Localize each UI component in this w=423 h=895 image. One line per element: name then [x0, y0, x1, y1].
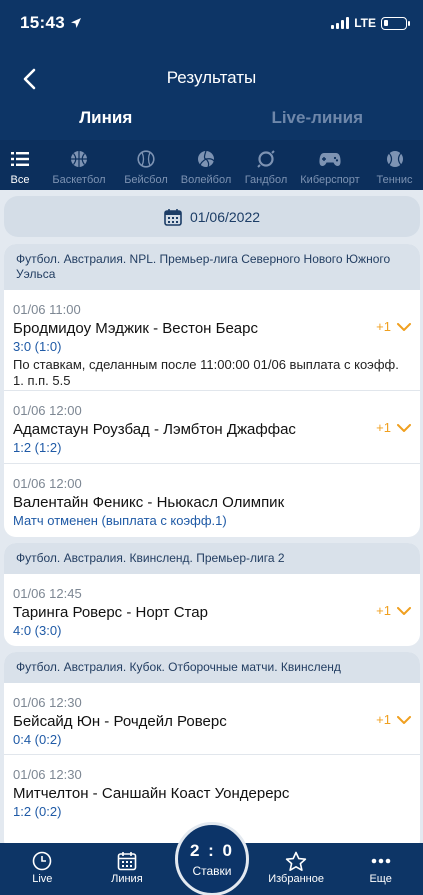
chevron-down-icon	[397, 423, 411, 432]
match-time: 01/06 12:00	[13, 403, 82, 418]
match-teams: Митчелтон - Саншайн Коаст Уондерерс	[13, 785, 290, 802]
match-note: По ставкам, сделанным после 11:00:00 01/…	[13, 357, 399, 388]
baseball-icon	[137, 150, 155, 168]
extra-markets-count: +1	[376, 420, 391, 435]
match-row[interactable]: 01/06 12:00 Адамстаун Роузбад - Лэмбтон …	[4, 391, 420, 464]
bets-score: 2 : 0	[189, 840, 235, 860]
expand-markets-button[interactable]: +1	[376, 420, 411, 435]
league-section: Футбол. Австралия. NPL. Премьер-лига Сев…	[4, 244, 420, 537]
extra-markets-count: +1	[376, 712, 391, 727]
sports-filter-bar: Все Баскетбол Бейсбол Волейбол Гандбол К…	[0, 140, 423, 190]
sport-filter-tennis[interactable]: Теннис	[366, 140, 423, 190]
chevron-down-icon	[397, 606, 411, 615]
match-time: 01/06 12:45	[13, 586, 82, 601]
date-picker[interactable]: 01/06/2022	[4, 196, 420, 237]
handball-icon	[257, 150, 275, 168]
match-time: 01/06 12:30	[13, 767, 82, 782]
clock: 15:43	[20, 13, 65, 32]
match-score: 4:0 (3:0)	[13, 623, 62, 638]
sport-filter-basketball[interactable]: Баскетбол	[40, 140, 118, 190]
sport-filter-label: Киберспорт	[300, 174, 360, 186]
sport-filter-all[interactable]: Все	[0, 140, 40, 190]
nav-label: Live	[32, 873, 53, 885]
sport-filter-label: Баскетбол	[52, 174, 106, 186]
sport-filter-baseball[interactable]: Бейсбол	[118, 140, 174, 190]
top-bar: 15:43 LTE Результаты Линия Live-линия	[0, 0, 423, 140]
extra-markets-count: +1	[376, 603, 391, 618]
more-dots-icon	[371, 858, 390, 864]
sport-filter-label: Все	[10, 174, 30, 186]
league-header: Футбол. Австралия. Квинсленд. Премьер-ли…	[4, 543, 420, 574]
sport-filter-esports[interactable]: Киберспорт	[294, 140, 366, 190]
clock-icon	[32, 851, 52, 871]
volleyball-icon	[198, 150, 215, 168]
match-row[interactable]: 01/06 12:30 Митчелтон - Саншайн Коаст Уо…	[4, 755, 420, 827]
expand-markets-button[interactable]: +1	[376, 712, 411, 727]
tab-live-line[interactable]: Live-линия	[212, 108, 423, 136]
match-row[interactable]: 01/06 12:30 Бейсайд Юн - Рочдейл Роверс …	[4, 683, 420, 755]
sport-filter-volleyball[interactable]: Волейбол	[174, 140, 238, 190]
signal-icon	[331, 17, 350, 29]
nav-line[interactable]: Линия	[85, 843, 170, 895]
page-title: Результаты	[166, 68, 257, 87]
match-teams: Бродмидоу Мэджик - Вестон Беарс	[13, 320, 258, 337]
nav-more[interactable]: Еще	[338, 843, 423, 895]
match-row[interactable]: 01/06 12:00 Валентайн Феникс - Ньюкасл О…	[4, 464, 420, 537]
tab-bar: Линия Live-линия	[0, 108, 423, 136]
calendar-icon	[164, 208, 182, 226]
expand-markets-button[interactable]: +1	[376, 603, 411, 618]
nav-label: Еще	[369, 873, 392, 885]
sport-filter-label: Теннис	[376, 174, 413, 186]
gamepad-icon	[319, 152, 341, 166]
network-label: LTE	[354, 16, 376, 30]
status-bar: 15:43 LTE	[20, 12, 410, 34]
basketball-icon	[71, 151, 87, 167]
sport-filter-label: Бейсбол	[124, 174, 168, 186]
calendar-icon	[117, 852, 137, 871]
match-time: 01/06 12:00	[13, 476, 82, 491]
match-status: Матч отменен (выплата с коэфф.1)	[13, 513, 227, 528]
date-value: 01/06/2022	[189, 208, 261, 225]
nav-live[interactable]: Live	[0, 843, 85, 895]
bets-button[interactable]: 2 : 0 Ставки	[175, 822, 249, 895]
match-teams: Таринга Роверс - Норт Стар	[13, 604, 208, 621]
bets-label: Ставки	[192, 863, 232, 878]
star-icon	[285, 851, 307, 871]
chevron-down-icon	[397, 322, 411, 331]
match-score: 1:2 (1:2)	[13, 440, 62, 455]
expand-markets-button[interactable]: +1	[376, 319, 411, 334]
match-score: 1:2 (0:2)	[13, 804, 62, 819]
match-teams: Бейсайд Юн - Рочдейл Роверс	[13, 713, 227, 730]
location-arrow-icon	[70, 18, 81, 28]
match-teams: Адамстаун Роузбад - Лэмбтон Джаффас	[13, 421, 296, 438]
sport-filter-label: Волейбол	[180, 174, 232, 186]
match-row[interactable]: 01/06 11:00 Бродмидоу Мэджик - Вестон Бе…	[4, 290, 420, 391]
match-score: 0:4 (0:2)	[13, 732, 62, 747]
nav-favorites[interactable]: Избранное	[254, 843, 339, 895]
match-time: 01/06 12:30	[13, 695, 82, 710]
tab-line[interactable]: Линия	[0, 108, 212, 136]
league-header: Футбол. Австралия. Кубок. Отборочные мат…	[4, 652, 420, 683]
nav-label: Избранное	[268, 873, 324, 885]
tennis-icon	[386, 151, 403, 167]
battery-icon	[381, 16, 410, 30]
sport-filter-label: Гандбол	[244, 174, 288, 186]
extra-markets-count: +1	[376, 319, 391, 334]
match-time: 01/06 11:00	[13, 302, 81, 317]
sport-filter-handball[interactable]: Гандбол	[238, 140, 294, 190]
chevron-down-icon	[397, 715, 411, 724]
league-header: Футбол. Австралия. NPL. Премьер-лига Сев…	[4, 244, 420, 290]
league-section: Футбол. Австралия. Квинсленд. Премьер-ли…	[4, 543, 420, 646]
match-score: 3:0 (1:0)	[13, 339, 62, 354]
match-row[interactable]: 01/06 12:45 Таринга Роверс - Норт Стар 4…	[4, 574, 420, 646]
list-icon	[11, 152, 29, 166]
nav-label: Линия	[111, 873, 143, 885]
match-teams: Валентайн Феникс - Ньюкасл Олимпик	[13, 494, 285, 511]
